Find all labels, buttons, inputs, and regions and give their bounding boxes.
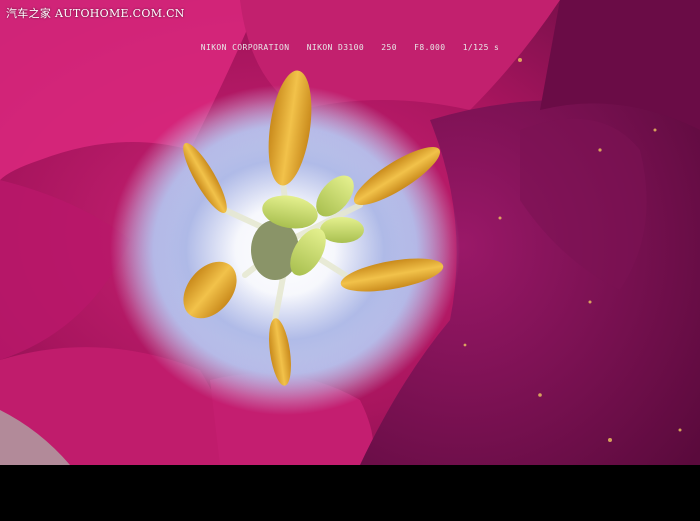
photo-frame: 汽车之家 AUTOHOME.COM.CN NIKON CORPORATION N… xyxy=(0,0,700,521)
watermark-cn: 汽车之家 xyxy=(6,7,52,20)
exif-info: NIKON CORPORATION NIKON D3100 250 F8.000… xyxy=(0,43,700,52)
watermark-en: AUTOHOME.COM.CN xyxy=(55,7,185,20)
site-watermark: 汽车之家 AUTOHOME.COM.CN xyxy=(6,5,185,21)
exif-maker: NIKON CORPORATION xyxy=(200,43,290,52)
exif-shutter: 1/125 s xyxy=(462,43,500,52)
exif-aperture: F8.000 xyxy=(414,43,446,52)
tulip-photo xyxy=(0,0,700,465)
exif-iso: 250 xyxy=(381,43,397,52)
exif-model: NIKON D3100 xyxy=(306,43,365,52)
tulip-macro-image xyxy=(0,0,700,465)
exif-bar xyxy=(0,465,700,521)
